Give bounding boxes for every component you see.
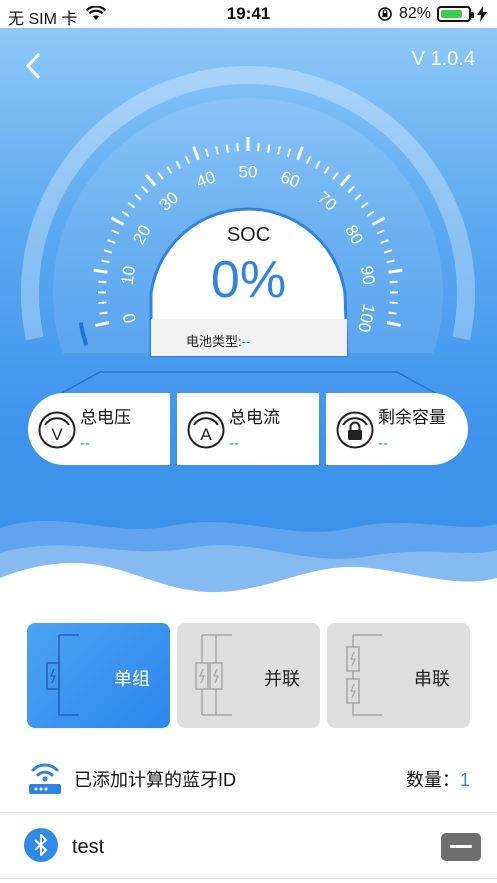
- remaining-capacity-card: 剩余容量 --: [326, 393, 468, 465]
- mode-label: 并联: [264, 669, 300, 689]
- battery-type-label: 电池类型:: [186, 334, 242, 349]
- divider: [0, 812, 497, 813]
- gauge-minor-tick: [225, 144, 229, 153]
- device-count: 数量：1: [406, 766, 470, 792]
- metric-label: 剩余容量: [378, 408, 446, 427]
- metric-label: 总电流: [229, 408, 280, 427]
- bluetooth-icon: [24, 828, 58, 862]
- device-count-label: 数量：: [405, 770, 460, 790]
- gauge-minor-tick: [99, 311, 108, 315]
- voltage-icon: V: [38, 411, 76, 449]
- total-voltage-card: V 总电压 --: [28, 393, 170, 465]
- battery-icon: [437, 6, 474, 22]
- device-count-value: 1: [459, 770, 470, 790]
- connection-mode-selector: 单组 并联 串联: [0, 616, 497, 738]
- gauge-minor-tick: [257, 143, 260, 152]
- status-bar: 无 SIM 卡 19:41 82%: [0, 0, 497, 28]
- wave-decoration: [0, 520, 497, 616]
- battery-dashboard: V 1.0.4 0 10 20 30 40 50 60 70 80 90 100 SOC 0% 电池…: [0, 28, 497, 616]
- remove-device-button[interactable]: [441, 833, 481, 861]
- device-row[interactable]: test: [0, 816, 497, 876]
- bluetooth-list-header: 已添加计算的蓝牙ID 数量：1: [0, 748, 497, 806]
- soc-value: 0%: [210, 251, 287, 309]
- total-current-card: A 总电流 --: [177, 393, 319, 465]
- soc-label: SOC: [226, 224, 271, 246]
- capacity-lock-icon: [336, 411, 374, 449]
- mode-parallel-button[interactable]: 并联: [177, 623, 320, 728]
- mode-label: 串联: [414, 669, 450, 689]
- metric-value: --: [80, 435, 90, 452]
- battery-type: 电池类型:--: [186, 331, 250, 350]
- gauge-minor-tick: [388, 311, 397, 315]
- metric-value: --: [229, 435, 239, 452]
- bluetooth-list-title: 已添加计算的蓝牙ID: [74, 770, 236, 790]
- mode-single-button[interactable]: 单组: [27, 623, 170, 728]
- gauge-minor-tick: [267, 144, 271, 153]
- divider: [0, 878, 497, 879]
- gauge-minor-tick: [236, 143, 239, 152]
- battery-percent: 82%: [398, 5, 431, 22]
- router-icon: [29, 763, 61, 794]
- battery-type-value: --: [241, 334, 251, 349]
- svg-text:A: A: [200, 425, 212, 444]
- device-name: test: [72, 836, 105, 858]
- charging-icon: [477, 6, 487, 22]
- svg-text:V: V: [51, 425, 63, 444]
- gauge-tick-label: 50: [239, 162, 258, 181]
- mode-series-button[interactable]: 串联: [327, 623, 470, 728]
- metric-value: --: [378, 435, 388, 452]
- orientation-lock-icon: [378, 7, 392, 21]
- current-icon: A: [187, 411, 225, 449]
- mode-label: 单组: [114, 669, 150, 689]
- metric-label: 总电压: [80, 408, 131, 427]
